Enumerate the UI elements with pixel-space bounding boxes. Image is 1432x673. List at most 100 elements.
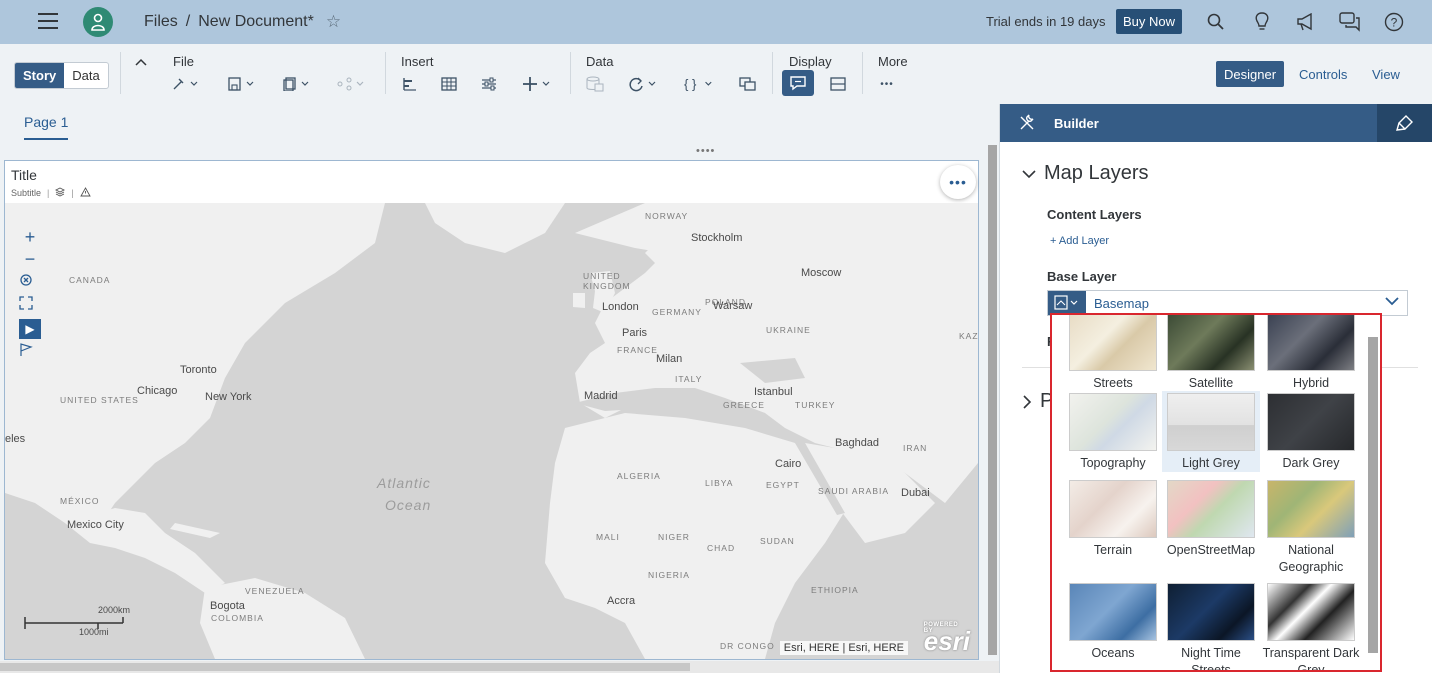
basemap-thumbnail [1267, 583, 1355, 641]
view-mode-button[interactable]: View [1364, 61, 1408, 87]
resize-handle[interactable]: •••• [696, 145, 716, 157]
basemap-option-streets[interactable]: Streets [1064, 315, 1162, 392]
search-icon[interactable] [1205, 11, 1227, 33]
collapsed-section[interactable]: P [1022, 390, 1053, 413]
basemap-option-label: Transparent Dark Grey [1262, 646, 1360, 672]
breadcrumb-files[interactable]: Files [144, 13, 178, 31]
more-options-icon[interactable]: ••• [872, 74, 902, 94]
basemap-option-label: Topography [1080, 456, 1146, 470]
comment-icon[interactable] [782, 70, 814, 96]
data-tab[interactable]: Data [64, 63, 107, 88]
megaphone-icon[interactable] [1295, 11, 1317, 33]
map-label-dubai: Dubai [901, 487, 930, 499]
reset-view-icon[interactable] [19, 273, 41, 293]
basemap-option-transparent-dark-grey[interactable]: Transparent Dark Grey [1262, 581, 1360, 672]
canvas-horizontal-scrollbar[interactable] [0, 661, 999, 673]
chat-icon[interactable] [1339, 11, 1361, 33]
collapse-chevron-icon[interactable] [126, 52, 156, 72]
basemap-icon[interactable] [1048, 291, 1086, 315]
designer-mode-button[interactable]: Designer [1216, 61, 1285, 87]
widget-subtitle-row: Subtitle | | [11, 187, 91, 199]
chevron-down-icon[interactable] [1385, 293, 1399, 309]
basemap-thumbnail [1069, 393, 1157, 451]
help-icon[interactable]: ? [1383, 11, 1405, 33]
map-label-stockholm: Stockholm [691, 232, 743, 244]
copy-icon[interactable] [281, 74, 311, 94]
map-label-drcongo: DR CONGO [720, 641, 775, 651]
map-label-milan: Milan [656, 353, 683, 365]
map-label-saudi: SAUDI ARABIA [818, 486, 890, 496]
basemap-gallery: Streets Satellite Hybrid Topography Light Gr… [1050, 313, 1382, 672]
save-icon[interactable] [226, 74, 256, 94]
tools-icon[interactable] [170, 74, 200, 94]
map-label-niger: NIGER [658, 532, 690, 542]
basemap-thumbnail [1167, 583, 1255, 641]
link-dimensions-icon[interactable] [733, 74, 763, 94]
map-label-us: UNITED STATES [60, 395, 139, 405]
star-icon[interactable]: ☆ [326, 12, 341, 32]
basemap-option-label: National Geographic [1278, 543, 1344, 574]
map-label-warsaw: Warsaw [713, 300, 753, 312]
story-data-toggle: Story Data [14, 62, 109, 89]
tab-page-1[interactable]: Page 1 [24, 114, 69, 140]
lightbulb-icon[interactable] [1251, 11, 1273, 33]
svg-text:{ }: { } [684, 77, 697, 92]
map-layers-section[interactable]: Map Layers [1022, 162, 1149, 185]
basemap-option-national-geographic[interactable]: National Geographic [1262, 478, 1360, 576]
avatar[interactable] [83, 7, 113, 37]
add-layer-link[interactable]: + Add Layer [1050, 235, 1109, 247]
play-icon[interactable]: ▶ [19, 319, 41, 339]
map-label-norway: NORWAY [645, 211, 689, 221]
zoom-out-icon[interactable]: − [19, 249, 41, 269]
svg-text:?: ? [1391, 16, 1398, 30]
map-label-ethiopia: ETHIOPIA [811, 585, 859, 595]
map-view[interactable]: NORWAY Stockholm Moscow CANADA UNITED KI… [5, 203, 978, 659]
zoom-in-icon[interactable]: + [19, 227, 41, 247]
basemap-option-night-time-streets[interactable]: Night Time Streets [1162, 581, 1260, 672]
canvas-vertical-scrollbar[interactable] [988, 145, 997, 655]
basemap-option-dark-grey[interactable]: Dark Grey [1262, 391, 1360, 472]
map-label-france: FRANCE [617, 345, 658, 355]
esri-logo[interactable]: POWERED BY esri [924, 622, 970, 657]
buy-now-button[interactable]: Buy Now [1116, 9, 1182, 34]
basemap-option-satellite[interactable]: Satellite [1162, 315, 1260, 392]
map-label-london: London [602, 301, 639, 313]
basemap-option-topography[interactable]: Topography [1064, 391, 1162, 472]
styling-brush-icon[interactable] [1377, 104, 1432, 142]
builder-title[interactable]: Builder [1054, 116, 1099, 131]
story-tab[interactable]: Story [15, 63, 65, 88]
builder-tools-icon[interactable] [1018, 114, 1036, 132]
basemap-thumbnail [1267, 480, 1355, 538]
gallery-scrollbar[interactable] [1368, 337, 1378, 653]
basemap-option-hybrid[interactable]: Hybrid [1262, 315, 1360, 392]
chevron-right-icon [1023, 394, 1032, 409]
input-control-icon[interactable] [474, 74, 504, 94]
map-label-germany: GERMANY [652, 307, 702, 317]
layout-icon[interactable] [823, 74, 853, 94]
basemap-option-label: Night Time Streets [1181, 646, 1241, 672]
basemap-option-oceans[interactable]: Oceans [1064, 581, 1162, 662]
more-group-label: More [878, 54, 908, 69]
chart-icon[interactable] [395, 74, 425, 94]
refresh-icon[interactable] [628, 74, 658, 94]
basemap-option-label: Hybrid [1292, 376, 1330, 390]
map-label-eles: eles [5, 433, 26, 445]
flag-icon[interactable] [19, 343, 41, 363]
map-label-canada: CANADA [69, 275, 111, 285]
basemap-option-light-grey[interactable]: Light Grey [1162, 391, 1260, 472]
fullscreen-icon[interactable] [19, 296, 41, 316]
map-widget[interactable]: Title Subtitle | | ••• NORWAY Stockholm … [4, 160, 979, 660]
table-icon[interactable] [434, 74, 464, 94]
controls-mode-button[interactable]: Controls [1291, 61, 1355, 87]
basemap-option-openstreetmap[interactable]: OpenStreetMap [1162, 478, 1260, 559]
basemap-value: Basemap [1094, 295, 1149, 311]
map-attribution[interactable]: Esri, HERE | Esri, HERE [779, 641, 908, 655]
widget-more-button[interactable]: ••• [940, 165, 976, 199]
menu-icon[interactable] [38, 13, 58, 29]
add-icon[interactable] [522, 74, 552, 94]
basemap-option-terrain[interactable]: Terrain [1064, 478, 1162, 559]
widget-title[interactable]: Title [11, 167, 37, 183]
formula-icon[interactable]: { } [684, 74, 714, 94]
scale-km: 2000km [98, 605, 131, 615]
map-label-chad: CHAD [707, 543, 736, 553]
